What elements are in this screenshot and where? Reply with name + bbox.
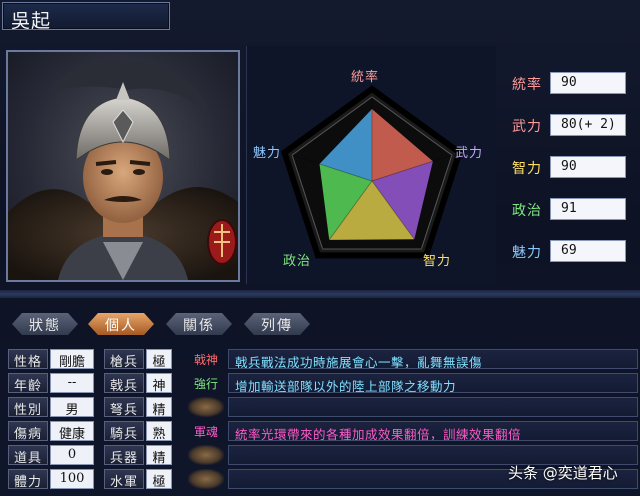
stat-label: 魅力 [512,245,542,261]
portrait-image [8,60,238,280]
troop-label: 弩兵 [104,397,144,418]
stat-row-charisma: 魅力 69 [506,240,632,262]
troop-rank: 極 [146,469,172,490]
stat-label: 武力 [512,119,542,135]
ability-radar-panel: 統率 武力 智力 政治 魅力 [246,46,496,284]
troop-rank: 精 [146,445,172,466]
attr-label: 傷病 [8,421,48,442]
skill-tag[interactable]: 戟神 [188,349,224,369]
attr-value: 100 [50,469,94,489]
attr-value: 剛膽 [50,349,94,370]
stat-value: 80(+ 2) [550,114,626,136]
attr-value: -- [50,373,94,393]
skill-tag[interactable]: 強行 [188,373,224,393]
tab-biography[interactable]: 列傳 [244,313,310,335]
stat-label: 統率 [512,77,542,93]
skill-tag[interactable] [188,445,224,465]
skill-tag[interactable] [188,397,224,417]
skill-description: 增加輸送部隊以外的陸上部隊之移動力 [228,373,638,393]
tab-personal[interactable]: 個人 [88,313,154,335]
attr-value: 健康 [50,421,94,442]
stat-row-war: 武力 80(+ 2) [506,114,632,136]
attr-label: 體力 [8,469,48,490]
officer-name-plate: 吳起 [2,2,170,32]
troop-label: 水軍 [104,469,144,490]
stat-label: 政治 [512,203,542,219]
officer-name: 吳起 [11,10,52,32]
stat-label: 智力 [512,161,542,177]
stat-value: 69 [550,240,626,262]
section-divider [0,290,640,298]
skill-tag[interactable]: 軍魂 [188,421,224,441]
tab-status[interactable]: 狀態 [12,313,78,335]
troop-label: 槍兵 [104,349,144,370]
troop-rank: 熟 [146,421,172,442]
tab-relations[interactable]: 關係 [166,313,232,335]
stat-row-politics: 政治 91 [506,198,632,220]
troop-label: 騎兵 [104,421,144,442]
troop-rank: 神 [146,373,172,394]
attr-label: 道具 [8,445,48,466]
stat-value: 90 [550,72,626,94]
stats-panel: 統率 90 武力 80(+ 2) 智力 90 政治 91 魅力 69 [500,50,636,282]
attr-value: 0 [50,445,94,465]
stat-value: 90 [550,156,626,178]
skill-tag[interactable] [188,469,224,489]
attr-label: 性別 [8,397,48,418]
radar-label-charisma: 魅力 [253,146,282,161]
skill-description [228,397,638,417]
radar-label-command: 統率 [351,70,380,85]
radar-label-politics: 政治 [283,254,312,269]
skill-description: 統率光環帶來的各種加成效果翻倍，訓練效果翻倍 [228,421,638,441]
troop-label: 戟兵 [104,373,144,394]
watermark: 头条 @奕道君心 [508,464,618,482]
radar-label-war: 武力 [455,146,484,161]
troop-rank: 極 [146,349,172,370]
troop-rank: 精 [146,397,172,418]
attr-label: 性格 [8,349,48,370]
stat-row-command: 統率 90 [506,72,632,94]
officer-portrait [6,50,240,282]
attr-label: 年齡 [8,373,48,394]
troop-label: 兵器 [104,445,144,466]
stat-row-intelligence: 智力 90 [506,156,632,178]
skill-description: 戟兵戰法成功時施展會心一擊，亂舞無誤傷 [228,349,638,369]
radar-label-intelligence: 智力 [423,254,452,269]
attr-value: 男 [50,397,94,418]
stat-value: 91 [550,198,626,220]
officer-info-screen: 吳起 統率 武力 智力 政治 魅力 統率 90 武力 80(+ 2) 智力 90… [0,0,640,496]
